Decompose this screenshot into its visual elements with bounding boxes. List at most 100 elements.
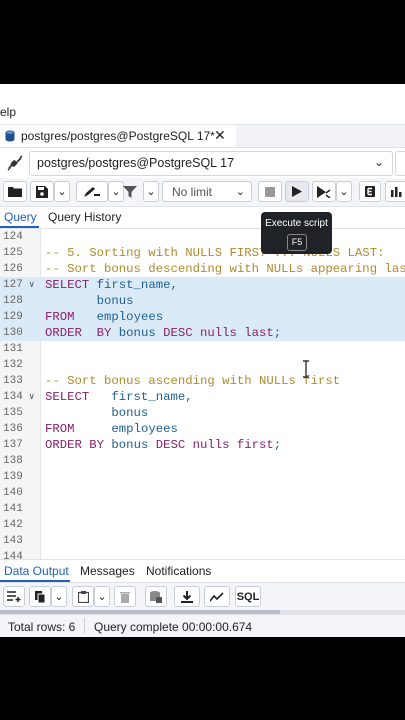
query-toolbar: ⌄ ⌄ ⌄ ⌄ No limit ⌄ (0, 178, 405, 207)
trash-icon (120, 591, 130, 603)
sql-keyword: FROM (45, 310, 75, 324)
line-number: 134 (3, 391, 23, 403)
code-line[interactable]: 138 (0, 453, 405, 469)
code-line[interactable]: 126 -- Sort bonus descending with NULLs a… (0, 261, 405, 277)
download-button[interactable] (174, 586, 200, 607)
connection-status-icon[interactable] (6, 155, 24, 171)
code-line[interactable]: 131 (0, 341, 405, 357)
sql-keyword: SELECT (45, 278, 90, 292)
line-number: 138 (3, 455, 23, 467)
download-icon (181, 590, 193, 603)
edit-button[interactable] (76, 181, 108, 202)
tab-data-output[interactable]: Data Output (4, 564, 69, 578)
code-line[interactable]: 128 bonus (0, 293, 405, 309)
sql-identifier: ; (273, 438, 282, 452)
tab-messages[interactable]: Messages (80, 564, 135, 578)
copy-icon (34, 590, 45, 603)
explain-icon (317, 185, 331, 198)
sql-keyword: DESC nulls last (163, 326, 274, 340)
code-line[interactable]: 134 ∨ SELECT first_name, (0, 389, 405, 405)
paste-dropdown[interactable]: ⌄ (94, 586, 110, 607)
line-number: 132 (3, 359, 23, 371)
chevron-down-icon: ⌄ (235, 186, 245, 198)
filter-dropdown[interactable]: ⌄ (143, 181, 159, 202)
sql-identifier: employees (74, 422, 178, 436)
sql-identifier: ; (273, 326, 282, 340)
connection-select[interactable]: postgres/postgres@PostgreSQL 17 ⌄ (29, 151, 393, 176)
code-text: SELECT first_name, (45, 389, 193, 405)
filter-button[interactable] (117, 181, 143, 202)
line-number: 142 (3, 519, 23, 531)
sql-comment: -- Sort bonus ascending with NULLs first (45, 374, 341, 388)
sql-comment: -- Sort bonus descending with NULLs appe… (45, 262, 405, 276)
query-status: Query complete 00:00:00.674 (94, 620, 253, 634)
sql-keyword: ORDER BY (45, 326, 112, 340)
menu-help[interactable]: elp (0, 105, 16, 119)
line-number: 137 (3, 439, 23, 451)
code-text: ORDER BY bonus DESC nulls first; (45, 437, 281, 453)
fold-chevron-icon[interactable]: ∨ (29, 389, 34, 405)
paste-button[interactable] (72, 586, 94, 607)
save-dropdown[interactable]: ⌄ (54, 181, 70, 202)
sql-keyword: ORDER BY (45, 438, 105, 452)
code-line[interactable]: 130 ORDER BY bonus DESC nulls last; (0, 325, 405, 341)
line-number: 126 (3, 263, 23, 275)
close-icon[interactable]: ✕ (214, 127, 226, 144)
execute-tooltip: Execute script F5 (261, 212, 332, 254)
open-file-button[interactable] (3, 181, 27, 202)
add-row-button[interactable] (3, 586, 25, 607)
code-line[interactable]: 127 ∨ SELECT first_name, (0, 277, 405, 293)
fold-chevron-icon[interactable]: ∨ (29, 277, 34, 293)
code-line[interactable]: 135 bonus (0, 405, 405, 421)
copy-button[interactable] (29, 586, 51, 607)
code-line[interactable]: 133 -- Sort bonus ascending with NULLs fi… (0, 373, 405, 389)
line-number: 136 (3, 423, 23, 435)
code-line[interactable]: 129 FROM employees (0, 309, 405, 325)
database-icon (5, 130, 15, 142)
code-line[interactable]: 124 (0, 229, 405, 245)
code-line[interactable]: 139 (0, 469, 405, 485)
line-number: 130 (3, 327, 23, 339)
sql-identifier: bonus (111, 326, 164, 340)
macros-button[interactable] (385, 181, 405, 202)
code-line[interactable]: 125 -- 5. Sorting with NULLS FIRST ... NU… (0, 245, 405, 261)
total-rows: Total rows: 6 (8, 620, 76, 634)
graph-button[interactable] (204, 586, 230, 607)
save-data-button[interactable] (145, 586, 167, 607)
line-number: 135 (3, 407, 23, 419)
tab-query-history[interactable]: Query History (48, 210, 121, 224)
stop-button[interactable] (258, 181, 282, 202)
copy-dropdown[interactable]: ⌄ (51, 586, 67, 607)
code-line[interactable]: 140 (0, 485, 405, 501)
tab-notifications[interactable]: Notifications (146, 564, 211, 578)
line-number: 143 (3, 535, 23, 547)
connection-extra-button[interactable] (395, 151, 405, 176)
explain-analyze-button[interactable] (359, 181, 381, 202)
tooltip-label: Execute script (265, 218, 328, 229)
save-button[interactable] (30, 181, 54, 202)
play-icon (292, 186, 302, 197)
code-line[interactable]: 132 (0, 357, 405, 373)
query-tab[interactable]: postgres/postgres@PostgreSQL 17* ✕ (0, 125, 236, 147)
sql-button[interactable]: SQL (235, 586, 261, 607)
menu-bar: elp (0, 84, 405, 125)
delete-button[interactable] (114, 586, 136, 607)
sql-keyword: DESC nulls first (155, 438, 274, 452)
add-row-icon (7, 591, 21, 602)
sql-comment: -- 5. Sorting with NULLS FIRST ... NULLS… (45, 246, 385, 260)
code-line[interactable]: 143 (0, 533, 405, 549)
execute-button[interactable] (285, 181, 309, 202)
chart-icon (390, 187, 401, 197)
output-tabs: Data Output Messages Notifications (0, 559, 405, 582)
code-line[interactable]: 142 (0, 517, 405, 533)
pgadmin-query-tool: elp postgres/postgres@PostgreSQL 17* ✕ p… (0, 84, 405, 637)
tab-query[interactable]: Query (4, 210, 37, 224)
sql-editor[interactable]: 124 125 -- 5. Sorting with NULLS FIRST ...… (0, 229, 405, 563)
code-line[interactable]: 137 ORDER BY bonus DESC nulls first; (0, 437, 405, 453)
code-line[interactable]: 136 FROM employees (0, 421, 405, 437)
code-line[interactable]: 141 (0, 501, 405, 517)
explain-dropdown[interactable]: ⌄ (336, 181, 352, 202)
explain-button[interactable] (312, 181, 336, 202)
chevron-down-icon: ⌄ (97, 591, 107, 603)
sql-identifier: employees (74, 310, 164, 324)
